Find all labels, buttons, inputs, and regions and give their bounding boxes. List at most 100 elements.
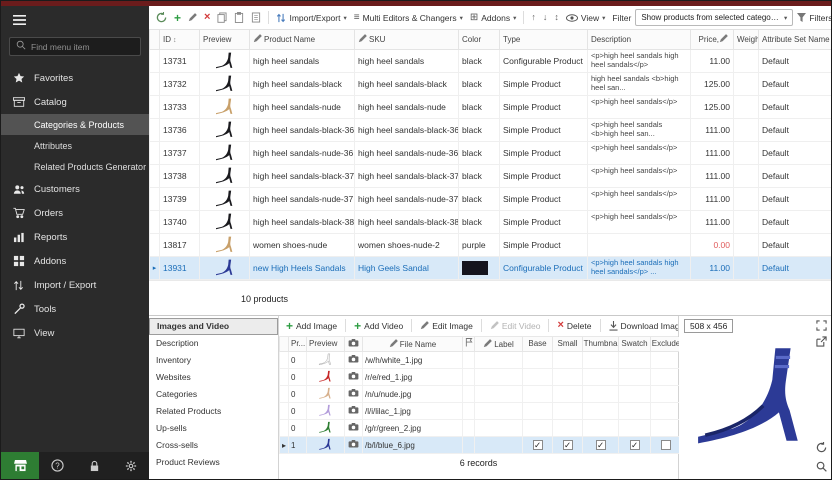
column-header-swatch[interactable]: Swatch bbox=[619, 337, 651, 352]
tab-cross-sells[interactable]: Cross-sells bbox=[149, 437, 278, 454]
product-row[interactable]: ▸13931new High Heels SandalsHigh Geels S… bbox=[150, 256, 832, 279]
edit-product-button[interactable] bbox=[185, 11, 200, 24]
cell-flag bbox=[463, 403, 475, 420]
product-row[interactable]: 13737high heel sandals-nude-36high heel … bbox=[150, 141, 832, 164]
sidebar-item-catalog[interactable]: Catalog bbox=[1, 90, 149, 114]
product-row[interactable]: 13733high heel sandals-nudehigh heel san… bbox=[150, 95, 832, 118]
column-header-base[interactable]: Base bbox=[523, 337, 553, 352]
store-icon[interactable] bbox=[1, 452, 39, 479]
product-row[interactable]: 13732high heel sandals-blackhigh heel sa… bbox=[150, 72, 832, 95]
product-row[interactable]: 13817women shoes-nudewomen shoes-nude-2p… bbox=[150, 233, 832, 256]
column-header-sku[interactable]: SKU bbox=[355, 30, 459, 49]
lock-icon[interactable] bbox=[76, 452, 113, 479]
sidebar-item-tools[interactable]: Tools bbox=[1, 297, 149, 321]
expand-button[interactable]: ↑ bbox=[528, 11, 539, 24]
sidebar-item-customers[interactable]: Customers bbox=[1, 177, 149, 201]
rotate-icon[interactable] bbox=[816, 442, 827, 453]
copy-button[interactable] bbox=[214, 10, 230, 25]
image-row[interactable]: 0/g/r/green_2.jpg bbox=[280, 420, 682, 437]
column-header-product-name[interactable]: Product Name bbox=[250, 30, 355, 49]
add-video-button[interactable]: +Add Video bbox=[350, 318, 407, 334]
view-menu[interactable]: View▾ bbox=[563, 11, 609, 25]
help-icon[interactable]: ? bbox=[39, 452, 76, 479]
column-header-attribute-set-name[interactable]: Attribute Set Name bbox=[759, 30, 832, 49]
add-product-button[interactable]: + bbox=[171, 10, 184, 26]
collapse-button[interactable]: ↓ bbox=[540, 11, 551, 24]
product-row[interactable]: 13731high heel sandalshigh heel sandalsb… bbox=[150, 49, 832, 72]
product-row[interactable]: 13738high heel sandals-black-37high heel… bbox=[150, 164, 832, 187]
tab-categories[interactable]: Categories bbox=[149, 386, 278, 403]
tab-up-sells[interactable]: Up-sells bbox=[149, 420, 278, 437]
exclude-checkbox[interactable] bbox=[661, 440, 671, 450]
product-thumbnail bbox=[200, 95, 250, 118]
zoom-icon[interactable] bbox=[816, 461, 827, 472]
multi-editors-menu[interactable]: ≡Multi Editors & Changers▾ bbox=[351, 11, 466, 25]
column-header-type[interactable]: Type bbox=[500, 30, 588, 49]
search-input[interactable] bbox=[31, 42, 134, 52]
column-header-flag[interactable] bbox=[463, 337, 475, 352]
product-row[interactable]: 13736high heel sandals-black-36high heel… bbox=[150, 118, 832, 141]
column-header-file-name[interactable]: File Name bbox=[363, 337, 463, 352]
edit-video-button[interactable]: Edit Video bbox=[486, 319, 545, 333]
swatch-checkbox[interactable] bbox=[630, 440, 640, 450]
tab-images-and-video[interactable]: Images and Video bbox=[149, 318, 278, 335]
sidebar-item-orders[interactable]: Orders bbox=[1, 201, 149, 225]
tab-inventory[interactable]: Inventory bbox=[149, 352, 278, 369]
filter-select[interactable]: Show products from selected categories▾ bbox=[635, 9, 793, 26]
menu-icon[interactable] bbox=[1, 6, 149, 34]
cell-flag bbox=[463, 386, 475, 403]
sidebar-item-import-export[interactable]: Import / Export bbox=[1, 273, 149, 297]
column-header-small[interactable]: Small bbox=[553, 337, 583, 352]
sidebar-item-reports[interactable]: Reports bbox=[1, 225, 149, 249]
fullscreen-icon[interactable] bbox=[816, 320, 827, 331]
image-row[interactable]: 0/r/e/red_1.jpg bbox=[280, 369, 682, 386]
column-header-price[interactable]: Price, bbox=[691, 30, 734, 49]
sidebar-item-view[interactable]: View bbox=[1, 321, 149, 345]
column-header-thumbna[interactable]: Thumbna bbox=[583, 337, 619, 352]
duplicate-button[interactable] bbox=[248, 10, 264, 25]
delete-product-button[interactable]: × bbox=[201, 10, 213, 25]
column-header-camera[interactable] bbox=[345, 337, 363, 352]
addons-menu[interactable]: ⊞Addons▾ bbox=[467, 11, 520, 25]
sidebar-item-addons[interactable]: Addons bbox=[1, 249, 149, 273]
base-checkbox[interactable] bbox=[533, 440, 543, 450]
sidebar-item-categories-products[interactable]: Categories & Products bbox=[1, 114, 149, 135]
column-header-exclude[interactable]: Exclude bbox=[651, 337, 682, 352]
small-checkbox[interactable] bbox=[563, 440, 573, 450]
product-row[interactable]: 13740high heel sandals-black-38high heel… bbox=[150, 210, 832, 233]
edit-image-button[interactable]: Edit Image bbox=[416, 319, 477, 333]
tab-description[interactable]: Description bbox=[149, 335, 278, 352]
sidebar-item-favorites[interactable]: Favorites bbox=[1, 66, 149, 90]
import-export-menu[interactable]: Import/Export▾ bbox=[273, 11, 349, 25]
image-row[interactable]: 0/n/u/nude.jpg bbox=[280, 386, 682, 403]
image-row[interactable]: ▸1/b/l/blue_6.jpg bbox=[280, 437, 682, 454]
column-header-preview[interactable]: Preview bbox=[307, 337, 345, 352]
column-header-pr[interactable]: Pr... bbox=[289, 337, 307, 352]
tab-websites[interactable]: Websites bbox=[149, 369, 278, 386]
filters-button[interactable]: Filters▾ bbox=[794, 11, 831, 25]
image-row[interactable]: 0/w/h/white_1.jpg bbox=[280, 352, 682, 369]
sort-button[interactable]: ↕ bbox=[551, 11, 562, 24]
refresh-button[interactable] bbox=[153, 10, 170, 25]
column-header-id[interactable]: ID↕ bbox=[160, 30, 200, 49]
gear-icon[interactable] bbox=[112, 452, 149, 479]
thumbnail-checkbox[interactable] bbox=[596, 440, 606, 450]
sidebar-search[interactable] bbox=[9, 37, 141, 56]
open-external-icon[interactable] bbox=[816, 336, 827, 347]
tab-related-products[interactable]: Related Products bbox=[149, 403, 278, 420]
sidebar-item-attributes[interactable]: Attributes bbox=[1, 135, 149, 156]
add-image-button[interactable]: +Add Image bbox=[282, 318, 341, 334]
column-header-weight[interactable]: Weight bbox=[734, 30, 759, 49]
download-image-button[interactable]: Download Image bbox=[605, 319, 679, 333]
column-header-preview[interactable]: Preview bbox=[200, 30, 250, 49]
product-row[interactable]: 13739high heel sandals-nude-37high heel … bbox=[150, 187, 832, 210]
tab-product-reviews[interactable]: Product Reviews bbox=[149, 454, 278, 471]
cell-id: 13740 bbox=[160, 210, 200, 233]
column-header-description[interactable]: Description bbox=[588, 30, 691, 49]
column-header-color[interactable]: Color bbox=[459, 30, 500, 49]
image-row[interactable]: 0/l/i/lilac_1.jpg bbox=[280, 403, 682, 420]
delete-image-button[interactable]: ×Delete bbox=[553, 318, 595, 333]
paste-button[interactable] bbox=[231, 10, 247, 25]
column-header-label[interactable]: Label bbox=[475, 337, 523, 352]
sidebar-item-related-products-generator[interactable]: Related Products Generator bbox=[1, 156, 149, 177]
